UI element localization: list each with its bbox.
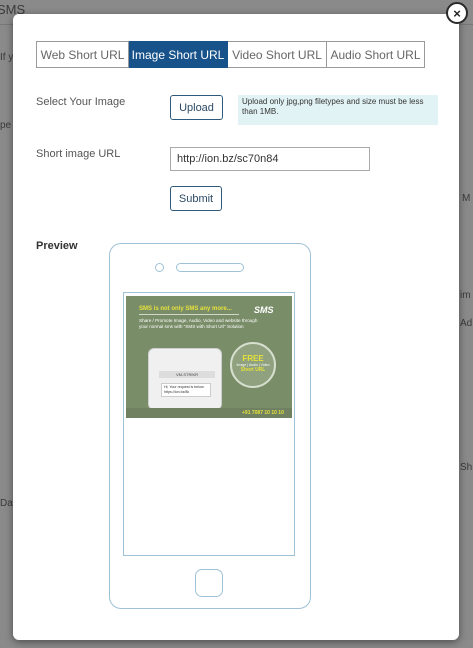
preview-label: Preview [36, 240, 78, 252]
close-button[interactable]: × [446, 2, 468, 24]
banner-phone: +91 7087 10 10 10 [242, 410, 284, 416]
mini-message: Hi, Your request is below. https://ion.b… [161, 383, 211, 397]
select-image-label: Select Your Image [36, 96, 126, 108]
upload-note: Upload only jpg,png filetypes and size m… [238, 95, 438, 125]
banner-headline: SMS is not only SMS any more... [139, 306, 232, 312]
badge-free: FREE [242, 354, 264, 363]
background-text: If y [0, 52, 14, 63]
background-text: M [462, 193, 471, 204]
badge-url: Short URL [240, 367, 266, 373]
upload-button[interactable]: Upload [170, 95, 223, 120]
background-text: im [460, 290, 471, 301]
home-button-icon [195, 569, 223, 597]
url-type-tabs: Web Short URL Image Short URL Video Shor… [36, 41, 425, 68]
camera-icon [155, 263, 164, 272]
short-url-label: Short image URL [36, 148, 121, 160]
tab-audio-short-url[interactable]: Audio Short URL [327, 41, 425, 68]
free-badge: FREE Image | Audio | Video Short URL [230, 342, 276, 388]
tab-video-short-url[interactable]: Video Short URL [228, 41, 327, 68]
mini-phone-illustration: VM-STRIKR Hi, Your request is below. htt… [148, 348, 222, 410]
short-url-field[interactable]: http://ion.bz/sc70n84 [170, 147, 370, 171]
background-text: Ad [460, 318, 473, 329]
speaker-icon [176, 263, 244, 272]
tab-image-short-url[interactable]: Image Short URL [129, 41, 228, 68]
banner-divider [139, 314, 239, 315]
tab-web-short-url[interactable]: Web Short URL [36, 41, 129, 68]
background-text: Da [0, 498, 13, 509]
background-text: pe [0, 120, 12, 131]
close-icon[interactable]: × [453, 6, 461, 21]
background-text: Sh [460, 462, 473, 473]
submit-button[interactable]: Submit [170, 186, 222, 211]
banner-body: Share / Promote Image, Audio, Video and … [139, 318, 258, 329]
preview-image: SMS is not only SMS any more... SMS Shar… [126, 296, 292, 418]
mini-sender: VM-STRIKR [159, 371, 215, 378]
banner-logo: SMS [254, 305, 274, 315]
